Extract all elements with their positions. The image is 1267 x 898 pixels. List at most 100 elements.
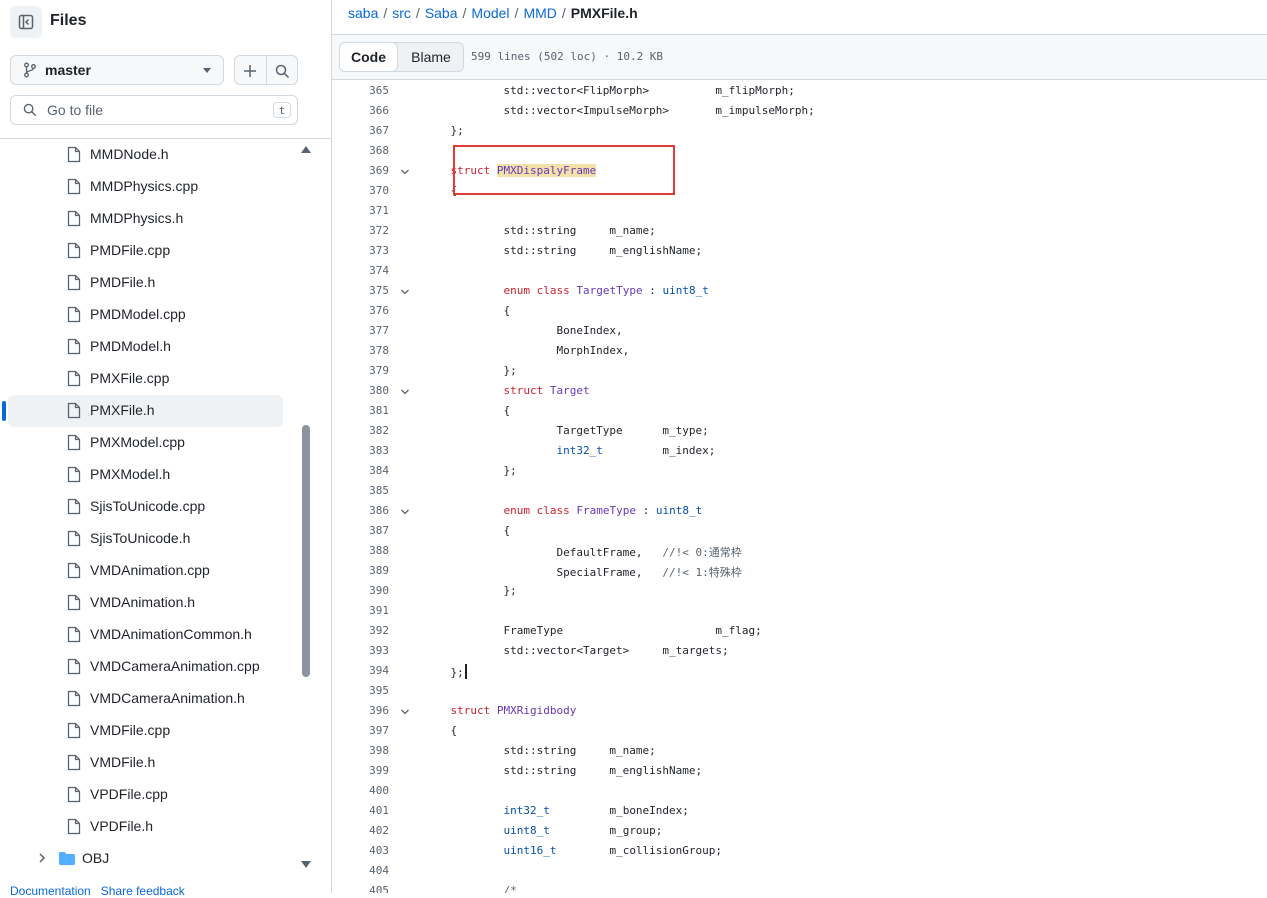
file-tree-item[interactable]: PMXFile.cpp <box>0 363 299 395</box>
line-number[interactable]: 398 <box>332 744 389 757</box>
code-line: 380 struct Target <box>332 380 1267 400</box>
line-number[interactable]: 375 <box>332 284 389 297</box>
file-tree-item[interactable]: MMDNode.h <box>0 139 299 171</box>
line-number[interactable]: 379 <box>332 364 389 377</box>
line-number[interactable]: 397 <box>332 724 389 737</box>
line-number[interactable]: 365 <box>332 84 389 97</box>
code-listing[interactable]: 365 std::vector<FlipMorph> m_flipMorph; 3… <box>332 80 1267 893</box>
chevron-down-icon <box>203 68 211 73</box>
file-tree-item[interactable]: MMDPhysics.cpp <box>0 171 299 203</box>
file-tree-item[interactable]: SjisToUnicode.h <box>0 523 299 555</box>
scroll-up-arrow[interactable] <box>301 146 311 153</box>
line-number[interactable]: 383 <box>332 444 389 457</box>
line-number[interactable]: 366 <box>332 104 389 117</box>
code-token: struct <box>503 384 544 397</box>
file-tree-item[interactable]: PMXFile.h <box>0 395 299 427</box>
folder-item-obj[interactable]: OBJ <box>0 843 299 875</box>
collapse-sidebar-button[interactable] <box>10 6 42 38</box>
scroll-down-arrow[interactable] <box>301 861 311 868</box>
scrollbar-thumb[interactable] <box>302 425 310 677</box>
breadcrumb-link[interactable]: MMD <box>523 5 556 21</box>
file-tree-scrollbar[interactable] <box>299 139 313 875</box>
fold-toggle[interactable] <box>400 286 410 299</box>
file-icon <box>67 690 81 707</box>
code-tab-button[interactable]: Code <box>339 42 398 72</box>
line-number[interactable]: 401 <box>332 804 389 817</box>
file-tree-item[interactable]: PMDFile.h <box>0 267 299 299</box>
breadcrumb-link[interactable]: src <box>392 5 411 21</box>
line-number[interactable]: 390 <box>332 584 389 597</box>
code-token: }; <box>424 666 464 679</box>
line-number[interactable]: 376 <box>332 304 389 317</box>
line-number[interactable]: 387 <box>332 524 389 537</box>
fold-toggle[interactable] <box>400 386 410 399</box>
file-tree-item[interactable]: PMXModel.h <box>0 459 299 491</box>
line-number[interactable]: 368 <box>332 144 389 157</box>
add-file-button[interactable] <box>235 56 265 86</box>
search-files-button[interactable] <box>267 56 297 86</box>
line-number[interactable]: 403 <box>332 844 389 857</box>
line-number[interactable]: 381 <box>332 404 389 417</box>
file-tree-item[interactable]: VMDFile.h <box>0 747 299 779</box>
text-cursor <box>464 664 467 679</box>
file-tree-item[interactable]: PMXModel.cpp <box>0 427 299 459</box>
fold-toggle[interactable] <box>400 706 410 719</box>
code-token: uint16_t <box>503 844 557 857</box>
line-number[interactable]: 402 <box>332 824 389 837</box>
file-tree-item[interactable]: MMDPhysics.h <box>0 203 299 235</box>
blame-tab-button[interactable]: Blame <box>398 43 464 71</box>
line-number[interactable]: 367 <box>332 124 389 137</box>
line-number[interactable]: 400 <box>332 784 389 797</box>
line-number[interactable]: 389 <box>332 564 389 577</box>
line-number[interactable]: 380 <box>332 384 389 397</box>
line-number[interactable]: 374 <box>332 264 389 277</box>
file-tree-item[interactable]: VPDFile.h <box>0 811 299 843</box>
file-tree-item[interactable]: VMDAnimation.h <box>0 587 299 619</box>
file-tree-item[interactable]: VMDAnimationCommon.h <box>0 619 299 651</box>
line-number[interactable]: 377 <box>332 324 389 337</box>
go-to-file-input[interactable] <box>47 102 267 118</box>
line-number[interactable]: 399 <box>332 764 389 777</box>
line-number[interactable]: 378 <box>332 344 389 357</box>
breadcrumb-link[interactable]: saba <box>348 5 378 21</box>
file-tree-item[interactable]: PMDModel.cpp <box>0 299 299 331</box>
line-number[interactable]: 369 <box>332 164 389 177</box>
line-number[interactable]: 384 <box>332 464 389 477</box>
line-number[interactable]: 391 <box>332 604 389 617</box>
file-tree-item[interactable]: VPDFile.cpp <box>0 779 299 811</box>
branch-selector[interactable]: master <box>10 55 224 85</box>
line-number[interactable]: 370 <box>332 184 389 197</box>
code-view: saba / src / Saba / Model / MMD / PMXFile.h Code B… <box>332 0 1267 893</box>
line-number[interactable]: 396 <box>332 704 389 717</box>
line-number[interactable]: 382 <box>332 424 389 437</box>
line-number[interactable]: 388 <box>332 544 389 557</box>
breadcrumb-link[interactable]: Model <box>471 5 509 21</box>
line-number[interactable]: 395 <box>332 684 389 697</box>
breadcrumb-link[interactable]: Saba <box>425 5 458 21</box>
line-number[interactable]: 385 <box>332 484 389 497</box>
file-name: PMXModel.h <box>90 466 171 482</box>
line-number[interactable]: 394 <box>332 664 389 677</box>
line-number[interactable]: 372 <box>332 224 389 237</box>
file-tree-item[interactable]: VMDAnimation.cpp <box>0 555 299 587</box>
fold-toggle[interactable] <box>400 506 410 519</box>
documentation-link[interactable]: Documentation <box>10 884 91 898</box>
line-number[interactable]: 371 <box>332 204 389 217</box>
line-number[interactable]: 405 <box>332 884 389 893</box>
code-text: { <box>424 404 510 417</box>
file-tree-item[interactable]: VMDFile.cpp <box>0 715 299 747</box>
file-tree-item[interactable]: VMDCameraAnimation.cpp <box>0 651 299 683</box>
file-tree-item[interactable]: VMDCameraAnimation.h <box>0 683 299 715</box>
line-number[interactable]: 404 <box>332 864 389 877</box>
share-feedback-link[interactable]: Share feedback <box>101 884 185 898</box>
go-to-file-input-wrapper[interactable]: t <box>10 95 298 125</box>
file-tree-item[interactable]: PMDModel.h <box>0 331 299 363</box>
file-tree-item[interactable]: SjisToUnicode.cpp <box>0 491 299 523</box>
file-tree-item[interactable]: PMDFile.cpp <box>0 235 299 267</box>
fold-toggle[interactable] <box>400 166 410 179</box>
line-number[interactable]: 392 <box>332 624 389 637</box>
line-number[interactable]: 373 <box>332 244 389 257</box>
line-number[interactable]: 393 <box>332 644 389 657</box>
line-number[interactable]: 386 <box>332 504 389 517</box>
